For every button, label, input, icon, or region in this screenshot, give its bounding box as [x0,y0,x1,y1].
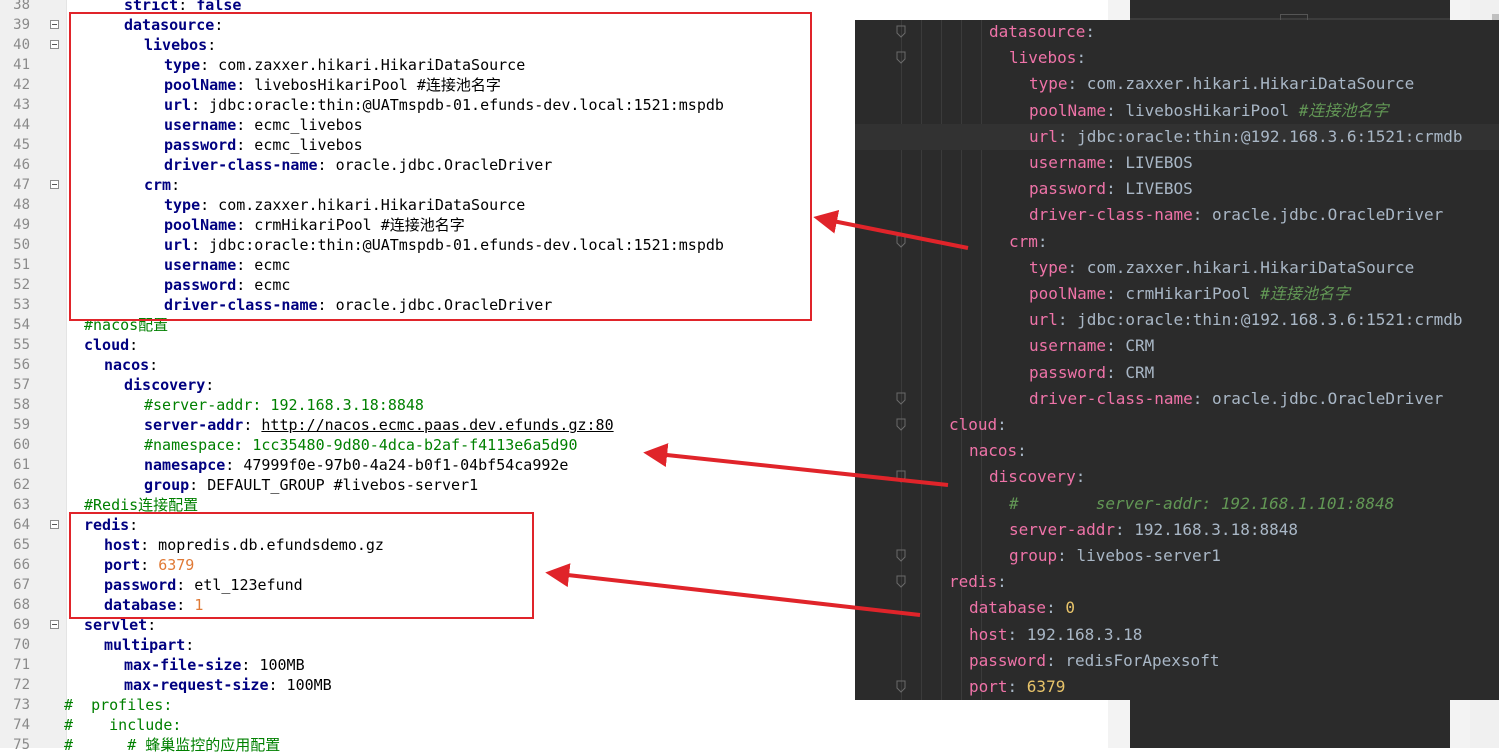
arrow-datasource [813,209,969,250]
annotation-arrows [545,209,969,617]
arrow-nacos [643,443,949,487]
arrow-redis [545,563,921,617]
